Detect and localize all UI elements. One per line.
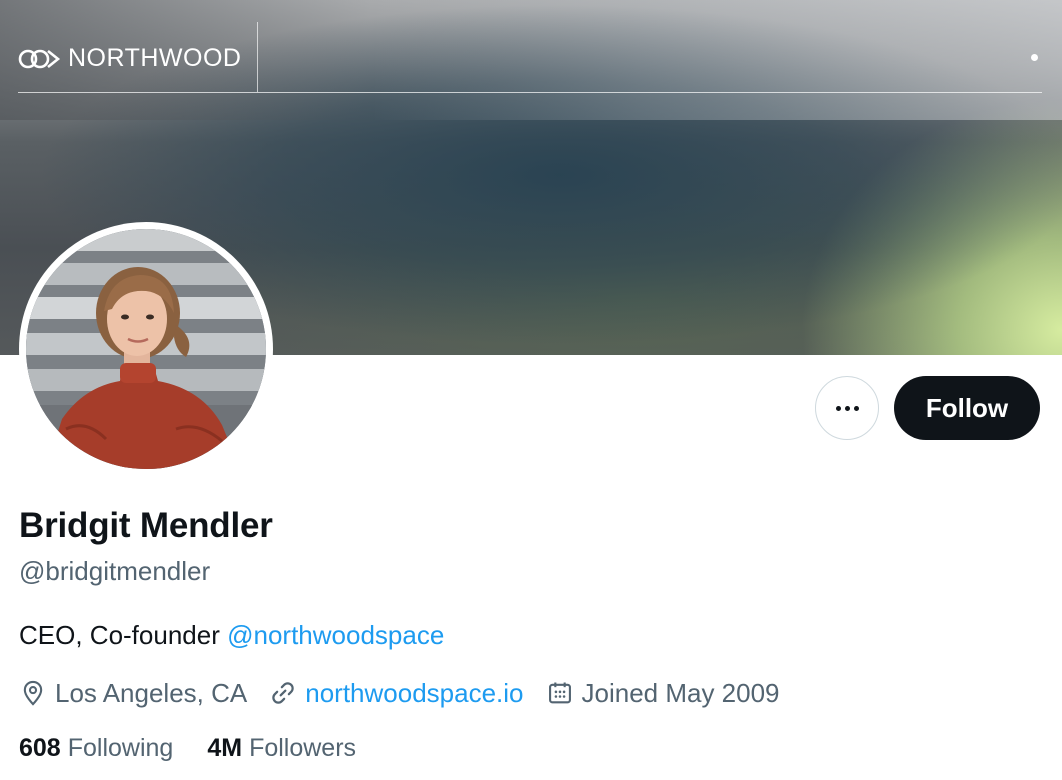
user-handle: @bridgitmendler <box>19 556 211 586</box>
website-link[interactable]: northwoodspace.io <box>305 678 523 709</box>
banner-divider-horizontal <box>18 92 1042 93</box>
avatar-photo <box>26 229 266 469</box>
follow-stats: 608 Following 4M Followers <box>19 734 390 763</box>
link-icon <box>272 682 294 704</box>
joined-item: Joined May 2009 <box>546 678 780 709</box>
website-item: northwoodspace.io <box>269 678 524 709</box>
display-name: Bridgit Mendler <box>19 506 273 545</box>
profile-avatar[interactable] <box>19 222 273 476</box>
more-options-button[interactable] <box>815 376 879 440</box>
follow-button[interactable]: Follow <box>894 376 1040 440</box>
location-pin-icon <box>23 680 43 706</box>
calendar-icon <box>548 682 571 704</box>
following-count: 608 <box>19 734 61 762</box>
bio-text: CEO, Co-founder <box>19 620 228 650</box>
following-stat-link[interactable]: 608 Following <box>19 734 173 763</box>
following-label: Following <box>67 734 174 762</box>
followers-label: Followers <box>249 734 357 762</box>
northwood-logo-icon <box>18 48 62 70</box>
followers-count: 4M <box>207 734 243 762</box>
followers-stat-link[interactable]: 4M Followers <box>207 734 356 763</box>
location-item: Los Angeles, CA <box>19 678 247 709</box>
profile-meta-row: Los Angeles, CA northwoodspace.io Joined… <box>19 676 802 710</box>
banner-brand-text: NORTHWOOD <box>68 44 242 72</box>
banner-dot <box>1031 54 1038 61</box>
bio-mention-link[interactable]: @northwoodspace <box>227 620 444 650</box>
joined-date-text: Joined May 2009 <box>581 677 780 708</box>
banner-brand-logo: NORTHWOOD <box>18 44 241 73</box>
more-horizontal-icon <box>835 405 859 411</box>
location-text: Los Angeles, CA <box>55 677 248 708</box>
banner-divider-vertical <box>257 22 258 92</box>
profile-bio: CEO, Co-founder @northwoodspace <box>19 620 444 651</box>
